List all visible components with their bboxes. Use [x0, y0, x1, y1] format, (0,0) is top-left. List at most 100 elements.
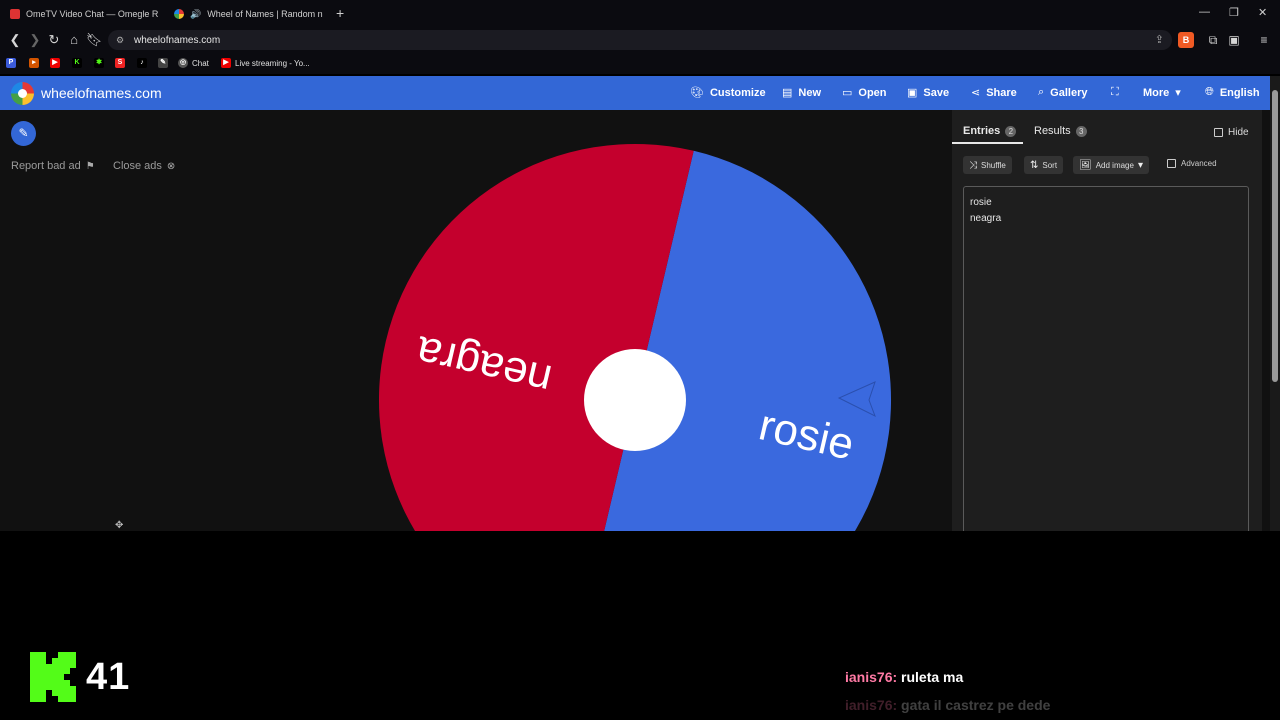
- tiktok-icon: ♪: [137, 58, 147, 68]
- bookmark-icon[interactable]: 🔖︎: [85, 31, 103, 49]
- more-label: More: [1143, 86, 1170, 99]
- wallet-icon[interactable]: ▣: [1226, 32, 1242, 48]
- folder-icon: ▭: [842, 87, 853, 99]
- sort-icon: ⇅: [1030, 159, 1039, 171]
- file-icon: ▤: [782, 87, 793, 99]
- new-tab-button[interactable]: +: [336, 5, 344, 21]
- site-info-icon[interactable]: ⚙: [116, 35, 126, 45]
- customize-label: Customize: [709, 86, 766, 99]
- open-label: Open: [858, 86, 887, 99]
- image-icon: 🖼︎: [1079, 159, 1092, 171]
- language-button[interactable]: 🌐︎ English: [1205, 86, 1260, 99]
- hide-toggle[interactable]: Hide: [1214, 127, 1249, 138]
- entries-textarea[interactable]: rosie neagra: [963, 186, 1249, 531]
- fullscreen-button[interactable]: ⛶: [1111, 86, 1119, 99]
- entries-panel: Entries 2 Results 3 Hide ⤨ Shuffle ⇅ Sor…: [952, 110, 1262, 531]
- site-header: wheelofnames.com 🎨︎ Customize ▤ New ▭ Op…: [0, 76, 1270, 110]
- close-ads-link[interactable]: Close ads ⊗: [113, 160, 175, 172]
- bookmark-item[interactable]: ▸: [29, 57, 39, 69]
- forward-icon[interactable]: ❯: [26, 31, 44, 49]
- add-image-button[interactable]: 🖼︎ Add image ▾: [1073, 156, 1149, 174]
- shuffle-label: Shuffle: [981, 160, 1006, 170]
- close-window-icon[interactable]: ✕: [1258, 6, 1267, 19]
- flag-icon: ⚑: [85, 160, 95, 172]
- bookmarks-bar: P ▸ ▶ K ✱ S ♪ ✎ ◎ Chat ▶ Live streaming …: [0, 52, 1280, 74]
- new-label: New: [798, 86, 822, 99]
- bookmark-item[interactable]: P: [6, 57, 16, 69]
- back-icon[interactable]: ❮: [6, 31, 24, 49]
- shuffle-button[interactable]: ⤨ Shuffle: [963, 156, 1012, 174]
- browser-toolbar: ❮ ❯ ↻ ⌂ 🔖︎ ⚙ wheelofnames.com ⇪ B ⧉ ▣ ≡: [0, 28, 1280, 52]
- chat-username: ianis76:: [845, 697, 898, 713]
- site-name[interactable]: wheelofnames.com: [41, 85, 162, 101]
- tab-wheel-of-names[interactable]: 🔊 Wheel of Names | Random n ✕: [174, 4, 329, 24]
- bookmark-item[interactable]: K: [72, 57, 82, 69]
- fullscreen-icon: ⛶: [1111, 86, 1119, 98]
- close-ads-label: Close ads: [113, 160, 162, 172]
- bookmark-label: Live streaming - Yo...: [235, 58, 310, 68]
- bookmark-label: Chat: [192, 58, 209, 68]
- youtube-icon: ▶: [221, 58, 231, 68]
- chat-message: ianis76: ruleta ma: [845, 669, 963, 685]
- new-button[interactable]: ▤ New: [782, 86, 822, 100]
- share-icon: ⋖: [971, 87, 981, 99]
- flag-icon: ▸: [29, 58, 39, 68]
- share-page-icon[interactable]: ⇪: [1155, 33, 1164, 46]
- hide-checkbox[interactable]: [1214, 128, 1223, 137]
- bookmark-item[interactable]: ✱: [94, 57, 104, 69]
- reload-icon[interactable]: ↻: [45, 31, 63, 49]
- youtube-icon: ▶: [50, 58, 60, 68]
- move-cursor-icon: ✥: [115, 520, 124, 531]
- edit-button[interactable]: ✎: [11, 121, 36, 146]
- entry-line: rosie: [970, 197, 992, 208]
- tab-results[interactable]: Results 3: [1034, 125, 1087, 137]
- bookmark-live-streaming[interactable]: ▶ Live streaming - Yo...: [221, 57, 310, 69]
- pl-icon: P: [6, 58, 16, 68]
- save-button[interactable]: ▣ Save: [907, 86, 950, 100]
- tab-entries-label: Entries: [963, 125, 1001, 137]
- share-button[interactable]: ⋖ Share: [971, 86, 1017, 100]
- more-button[interactable]: More ▾: [1143, 86, 1181, 100]
- add-image-label: Add image: [1095, 160, 1134, 170]
- wheel[interactable]: rosie neagra: [370, 130, 930, 531]
- page-scrollbar[interactable]: [1270, 76, 1280, 531]
- shuffle-icon: ⤨: [969, 159, 977, 171]
- home-icon[interactable]: ⌂: [65, 31, 83, 49]
- screen: OmeTV Video Chat — Omegle R 🔊 Wheel of N…: [0, 0, 1280, 720]
- open-button[interactable]: ▭ Open: [842, 86, 887, 100]
- minimize-icon[interactable]: —: [1199, 6, 1210, 18]
- advanced-checkbox[interactable]: [1167, 159, 1176, 168]
- scrollbar-thumb[interactable]: [1272, 90, 1278, 382]
- address-bar[interactable]: ⚙ wheelofnames.com ⇪: [108, 30, 1172, 50]
- extensions-icon[interactable]: ⧉: [1205, 32, 1221, 48]
- bookmark-item[interactable]: ♪: [137, 57, 147, 69]
- wheel-favicon-icon: [174, 9, 184, 19]
- caret-down-icon: ▾: [1137, 159, 1143, 171]
- bookmark-chat[interactable]: ◎ Chat: [178, 57, 209, 69]
- speaker-icon: 🔊: [190, 8, 202, 19]
- bookmark-item[interactable]: ✎: [158, 57, 168, 69]
- gallery-button[interactable]: ⌕ Gallery: [1038, 86, 1087, 99]
- gallery-label: Gallery: [1050, 86, 1088, 99]
- bookmark-item[interactable]: ▶: [50, 57, 60, 69]
- save-label: Save: [923, 86, 950, 99]
- puzzle-icon: ✱: [94, 58, 104, 68]
- sort-button[interactable]: ⇅ Sort: [1024, 156, 1064, 174]
- report-ad-label: Report bad ad: [11, 160, 81, 172]
- chat-icon: ◎: [178, 58, 188, 68]
- wheel-center[interactable]: [584, 349, 686, 451]
- hide-label: Hide: [1228, 127, 1249, 138]
- advanced-toggle[interactable]: Advanced: [1167, 159, 1217, 168]
- tab-entries[interactable]: Entries 2: [963, 125, 1017, 137]
- close-circle-icon: ⊗: [166, 160, 176, 172]
- tab-ometv[interactable]: OmeTV Video Chat — Omegle R: [10, 4, 160, 24]
- menu-icon[interactable]: ≡: [1256, 32, 1272, 48]
- customize-button[interactable]: 🎨︎ Customize: [690, 86, 766, 100]
- report-bad-ad-link[interactable]: Report bad ad ⚑: [11, 160, 95, 172]
- entries-count-badge: 2: [1005, 125, 1017, 137]
- bookmark-item[interactable]: S: [115, 57, 125, 69]
- wheel-logo-icon[interactable]: [11, 82, 34, 105]
- restore-icon[interactable]: ❐: [1229, 6, 1239, 19]
- kick-logo-icon: [30, 652, 76, 702]
- brave-shields-icon[interactable]: B: [1178, 32, 1194, 48]
